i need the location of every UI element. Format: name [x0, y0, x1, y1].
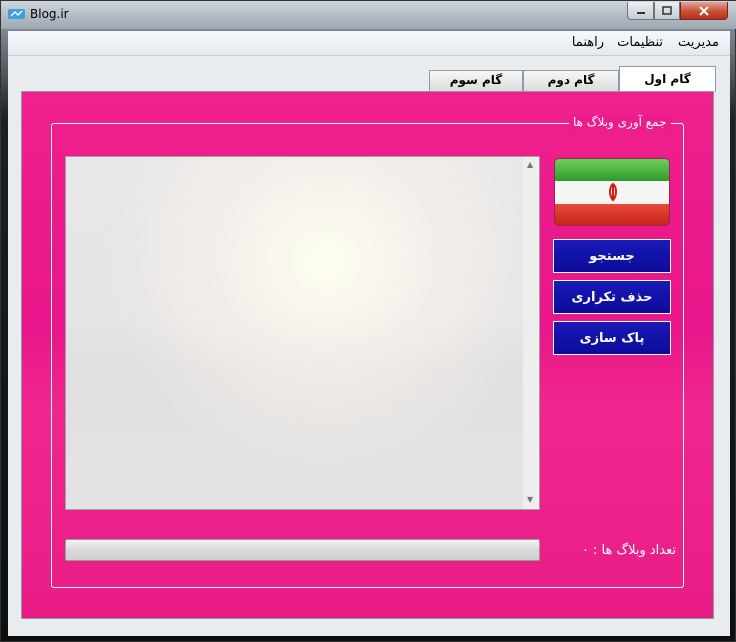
maximize-button[interactable]	[654, 2, 680, 20]
menu-item-management[interactable]: مدیریت	[678, 35, 719, 50]
app-window: Blog.ir مدیریت تنظیمات راهنما گام سوم گا…	[0, 0, 736, 642]
flag-green-stripe	[555, 159, 669, 181]
blogs-list[interactable]	[65, 156, 540, 510]
tab-step-three[interactable]: گام سوم	[429, 70, 523, 91]
window-title: Blog.ir	[30, 7, 69, 21]
progress-bar	[65, 539, 540, 561]
scroll-up-icon[interactable]: ▲	[527, 160, 533, 169]
iran-flag-icon	[609, 182, 617, 202]
tab-step-one[interactable]: گام اول	[619, 66, 716, 92]
menu-item-help[interactable]: راهنما	[572, 35, 604, 50]
blog-count-label: تعداد وبلاگ ها : ۰	[581, 543, 676, 558]
remove-duplicates-button[interactable]: حذف تکراری	[553, 280, 671, 314]
blog-count-value: ۰	[581, 543, 589, 558]
group-title: جمع آوری وبلاگ ها	[569, 115, 671, 129]
list-scrollbar[interactable]: ▲ ▼	[523, 157, 539, 509]
maximize-icon	[662, 6, 672, 15]
close-icon	[699, 5, 709, 16]
menu-item-settings[interactable]: تنظیمات	[617, 35, 663, 50]
clear-button[interactable]: پاک سازی	[553, 321, 671, 355]
blog-logo-icon	[8, 9, 25, 19]
search-button[interactable]: جستجو	[553, 239, 671, 273]
blog-count-text: تعداد وبلاگ ها :	[593, 543, 676, 558]
minimize-button[interactable]	[627, 2, 654, 20]
close-button[interactable]	[680, 2, 728, 20]
tab-step-two[interactable]: گام دوم	[523, 70, 619, 91]
flag-button[interactable]	[554, 158, 670, 226]
menu-bar: مدیریت تنظیمات راهنما	[8, 31, 730, 56]
title-bar[interactable]: Blog.ir	[1, 1, 736, 29]
scroll-down-icon[interactable]: ▼	[527, 495, 533, 504]
minimize-icon	[636, 11, 645, 14]
flag-red-stripe	[555, 204, 669, 225]
